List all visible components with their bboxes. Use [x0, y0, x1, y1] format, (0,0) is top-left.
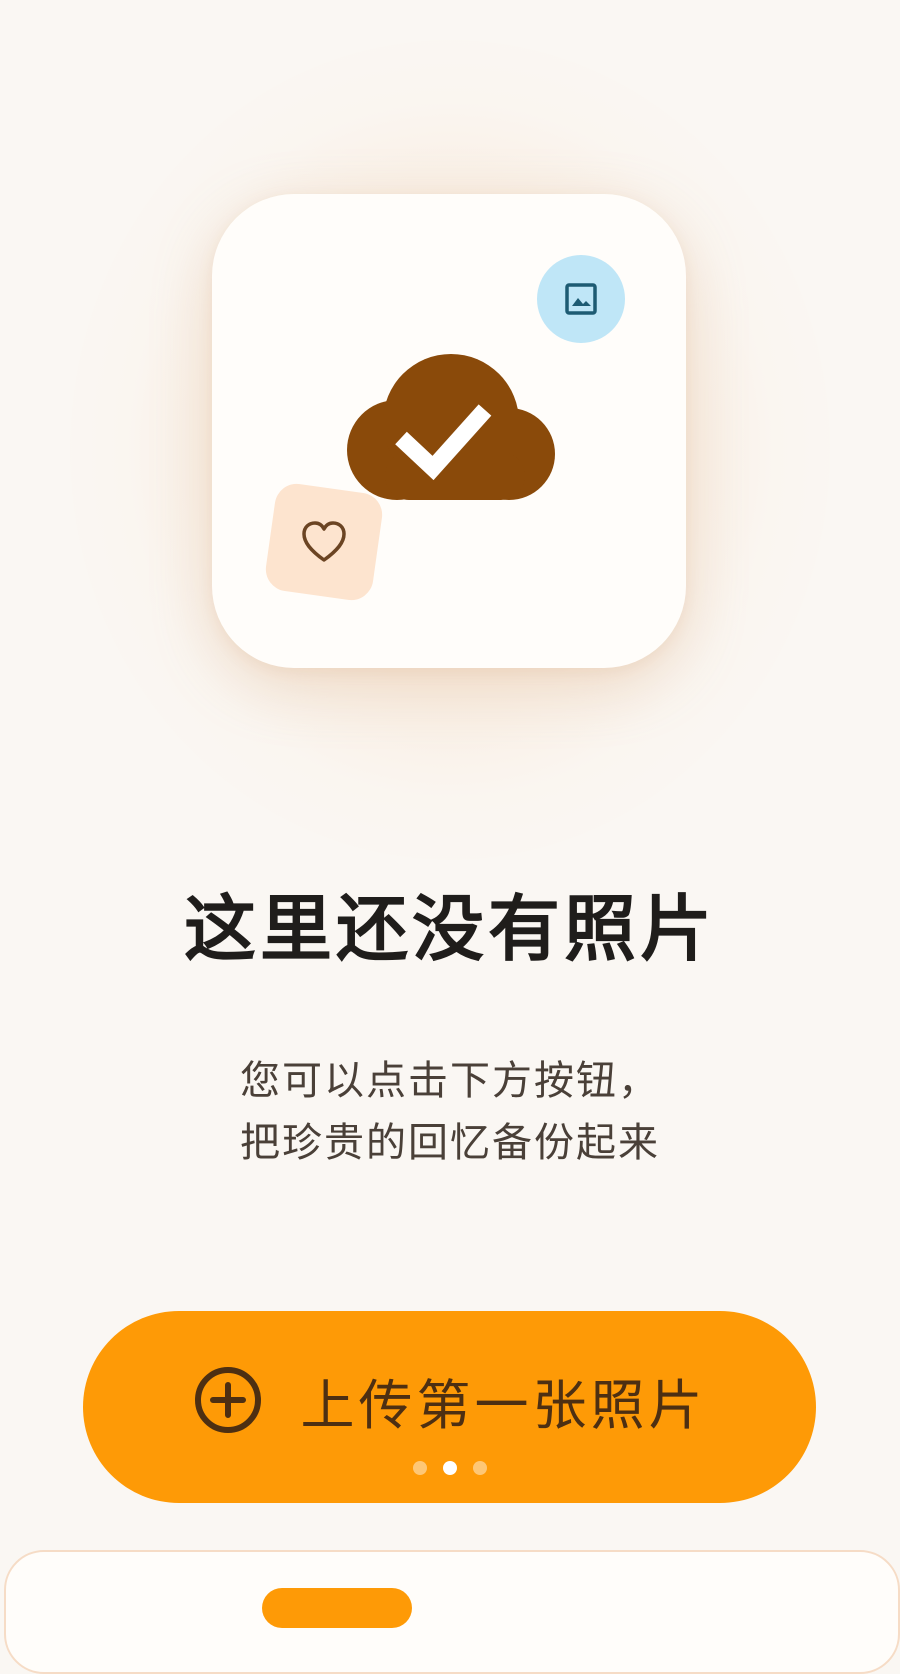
description-line-2: 把珍贵的回忆备份起来: [240, 1120, 660, 1166]
pager-dot[interactable]: [473, 1461, 487, 1475]
pager-dot-active[interactable]: [443, 1461, 457, 1475]
heart-icon: [302, 521, 346, 562]
description-line-1: 您可以点击下方按钮，: [240, 1058, 660, 1104]
plus-circle-icon: [194, 1367, 261, 1433]
cloud-check-icon: [347, 354, 555, 500]
bottom-accent-pill[interactable]: [262, 1588, 412, 1628]
empty-state-description: 您可以点击下方按钮， 把珍贵的回忆备份起来: [0, 1050, 900, 1174]
pager-dot[interactable]: [413, 1461, 427, 1475]
image-badge: [537, 255, 625, 343]
pager-dots: [0, 1461, 900, 1475]
bottom-card: [4, 1550, 900, 1674]
upload-button-label: 上传第一张照片: [300, 1373, 707, 1437]
image-icon: [565, 283, 597, 315]
empty-state-title: 这里还没有照片: [183, 887, 716, 971]
